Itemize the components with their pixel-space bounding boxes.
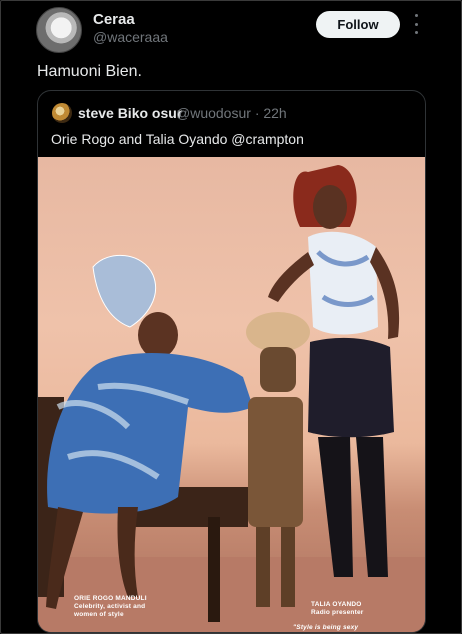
caption-right-role: Radio presenter [311,609,364,616]
standing-woman-face [313,185,347,229]
seated-woman-face [138,312,178,358]
standing-woman-boot [318,437,353,577]
more-vertical-icon[interactable] [411,14,421,34]
statue-body [248,397,303,527]
author-name[interactable]: Ceraa [93,11,135,28]
quoted-handle-text: @wuodosur [176,105,251,121]
caption-right: TALIA OYANDO Radio presenter [311,601,364,617]
caption-left-name: ORIE ROGO MANDULI [74,595,147,602]
quoted-text: Orie Rogo and Talia Oyando @crampton [51,131,304,147]
statue-head [260,347,296,392]
caption-right-name: TALIA OYANDO [311,601,362,608]
author-handle[interactable]: @waceraaa [93,29,168,45]
chair-leg [208,517,220,622]
head-wrap [92,254,157,328]
follow-button[interactable]: Follow [316,11,400,38]
photo-illustration [38,165,425,632]
author-avatar[interactable] [36,7,82,53]
quoted-author-avatar[interactable] [52,103,72,123]
quoted-post[interactable]: steve Biko osur @wuodosur · 22h Orie Rog… [37,90,426,633]
caption-left-line2: women of style [74,611,124,618]
caption-bottom: "Style is being sexy [293,624,359,631]
standing-woman-skirt [308,337,394,438]
caption-left: ORIE ROGO MANDULI Celebrity, activist an… [74,595,147,619]
quoted-photo[interactable]: ORIE ROGO MANDULI Celebrity, activist an… [38,157,425,632]
quoted-author-name[interactable]: steve Biko osur [78,105,182,121]
standing-woman-top [308,231,378,335]
post-text: Hamuoni Bien. [37,63,142,80]
caption-left-line1: Celebrity, activist and [74,603,146,610]
statue-hat [246,312,310,352]
quoted-author-handle[interactable]: @wuodosur · 22h [176,105,287,121]
quoted-time: · 22h [254,105,287,121]
